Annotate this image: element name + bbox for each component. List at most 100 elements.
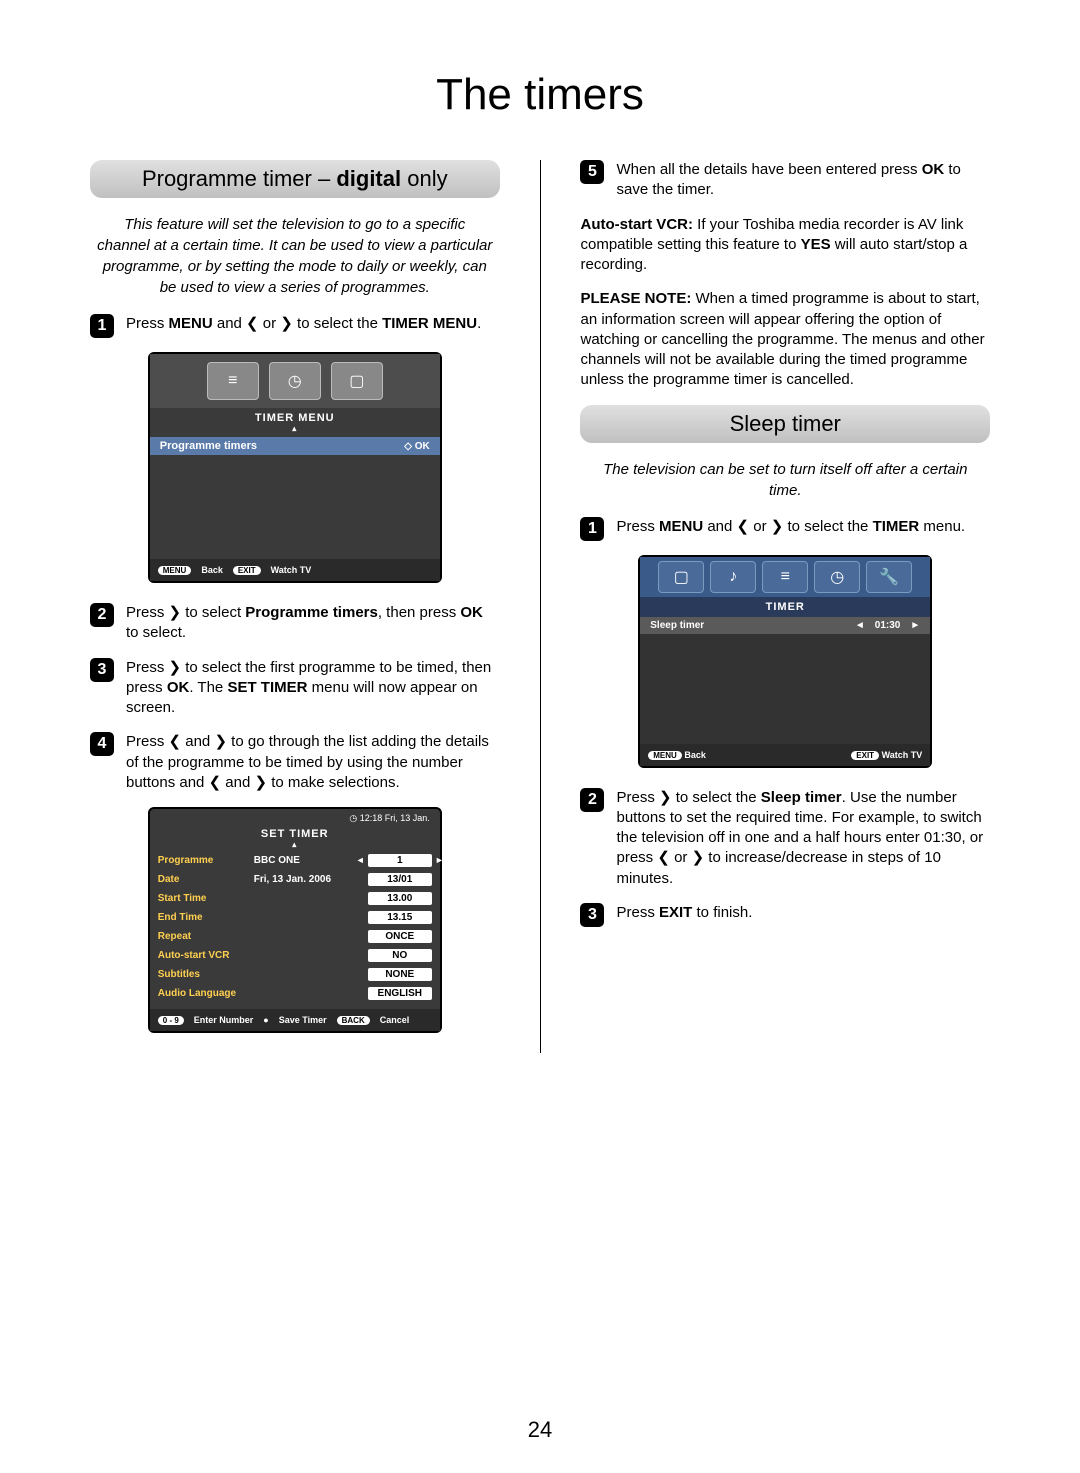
osd-tab-icon: ◷ [814,561,860,593]
row-value: 13.00 [368,892,432,905]
osd-tab-icon: ◷ [269,362,321,400]
step-1: 1 Press MENU and ❮ or ❯ to select the TI… [90,314,500,338]
set-timer-row: Programme BBC ONE 1 [158,851,432,870]
sleep-step-3: 3 Press EXIT to finish. [580,903,990,927]
osd-footer: 0 - 9 Enter Number ● Save Timer BACK Can… [150,1009,440,1031]
osd-row-action: ◇ OK [404,441,429,452]
page-number: 24 [0,1417,1080,1443]
osd-set-timer: ◷ 12:18 Fri, 13 Jan. SET TIMER ▴ Program… [148,807,442,1033]
section-header-sleep-timer: Sleep timer [580,405,990,443]
row-value: NO [368,949,432,962]
row-label: End Time [158,912,248,923]
set-timer-row: Subtitles NONE [158,965,432,984]
footer-label: Back [684,750,706,760]
step-5: 5 When all the details have been entered… [580,160,990,201]
please-note-paragraph: PLEASE NOTE: When a timed programme is a… [580,289,990,390]
row-label: Repeat [158,931,248,942]
row-value: ENGLISH [368,987,432,1000]
row-label: Audio Language [158,988,248,999]
tv-icon: ▢ [349,371,364,391]
step-text: Press MENU and ❮ or ❯ to select the TIME… [616,517,990,541]
dot-icon: ● [263,1015,268,1025]
left-column: Programme timer – digital only This feat… [90,160,500,1053]
step-text: Press EXIT to finish. [616,903,990,927]
osd-footer: MENU Back EXIT Watch TV [640,744,930,766]
osd-row-label: Programme timers [160,440,257,452]
row-value: ONCE [368,930,432,943]
step-text: Press MENU and ❮ or ❯ to select the TIME… [126,314,500,338]
osd-row-value: ◄ 01:30 ► [855,620,920,631]
footer-right: EXIT Watch TV [851,750,922,760]
header-bold: digital [336,166,401,191]
intro-paragraph: This feature will set the television to … [90,214,500,298]
manual-page: The timers Programme timer – digital onl… [0,0,1080,1473]
set-timer-row: Repeat ONCE [158,927,432,946]
row-value: 1 [368,854,432,867]
column-divider [540,160,541,1053]
step-number-badge: 3 [90,658,114,682]
row-label: Auto-start VCR [158,950,248,961]
footer-label: Watch TV [882,750,923,760]
set-timer-row: Auto-start VCR NO [158,946,432,965]
menu-pill: MENU [648,751,682,760]
footer-label: Watch TV [271,565,312,575]
osd-title: SET TIMER ▴ [150,824,440,849]
osd-tab-icon: ▢ [331,362,383,400]
row-mid: BBC ONE [254,855,362,866]
osd-tab-icon: ≡ [762,561,808,593]
osd-menu-row: Programme timers ◇ OK [150,437,440,455]
step-text: Press ❯ to select the Sleep timer. Use t… [616,788,990,889]
row-mid: Fri, 13 Jan. 2006 [254,874,362,885]
row-label: Programme [158,855,248,866]
row-label: Subtitles [158,969,248,980]
osd-footer: MENU Back EXIT Watch TV [150,559,440,581]
set-timer-row: Audio Language ENGLISH [158,984,432,1003]
back-pill: BACK [337,1016,370,1025]
osd-icon-tabs: ≡ ◷ ▢ [150,354,440,408]
right-column: 5 When all the details have been entered… [580,160,990,1053]
osd-body-empty [150,459,440,559]
row-label: Start Time [158,893,248,904]
osd-menu-row: Sleep timer ◄ 01:30 ► [640,617,930,634]
sleep-intro: The television can be set to turn itself… [580,459,990,501]
step-number-badge: 2 [90,603,114,627]
sleep-step-1: 1 Press MENU and ❮ or ❯ to select the TI… [580,517,990,541]
step-4: 4 Press ❮ and ❯ to go through the list a… [90,732,500,793]
osd-tab-icon: ♪ [710,561,756,593]
square-icon: ▢ [674,567,689,587]
osd-clock: ◷ 12:18 Fri, 13 Jan. [150,809,440,824]
set-timer-row: End Time 13.15 [158,908,432,927]
exit-pill: EXIT [233,566,261,575]
wrench-icon: 🔧 [879,567,899,587]
footer-label: Cancel [380,1015,410,1025]
sliders-icon: ≡ [228,372,237,390]
up-caret-icon: ▴ [150,840,440,849]
note-icon: ♪ [729,568,737,586]
osd-icon-tabs: ▢ ♪ ≡ ◷ 🔧 [640,557,930,597]
auto-start-vcr-note: Auto-start VCR: If your Toshiba media re… [580,215,990,276]
osd-timer-sleep: ▢ ♪ ≡ ◷ 🔧 TIMER Sleep timer ◄ 01:30 ► ME… [638,555,932,768]
row-value: NONE [368,968,432,981]
osd-body-empty [640,634,930,744]
step-number-badge: 3 [580,903,604,927]
footer-left: MENU Back [648,750,706,760]
row-label: Date [158,874,248,885]
osd-title: TIMER MENU ▴ [150,408,440,433]
header-text: only [401,166,447,191]
footer-label: Back [201,565,223,575]
step-number-badge: 2 [580,788,604,812]
row-value: 13/01 [368,873,432,886]
set-timer-row: Start Time 13.00 [158,889,432,908]
osd-tab-icon: ≡ [207,362,259,400]
step-3: 3 Press ❯ to select the first programme … [90,658,500,719]
clock-icon: ◷ [830,567,844,587]
up-caret-icon: ▴ [150,424,440,433]
header-text: Programme timer – [142,166,336,191]
row-value: 13.15 [368,911,432,924]
step-text: Press ❯ to select Programme timers, then… [126,603,500,644]
sliders-icon: ≡ [781,568,790,586]
osd-row-label: Sleep timer [650,620,704,631]
set-timer-table: Programme BBC ONE 1 Date Fri, 13 Jan. 20… [150,849,440,1009]
menu-pill: MENU [158,566,192,575]
osd-tab-icon: 🔧 [866,561,912,593]
